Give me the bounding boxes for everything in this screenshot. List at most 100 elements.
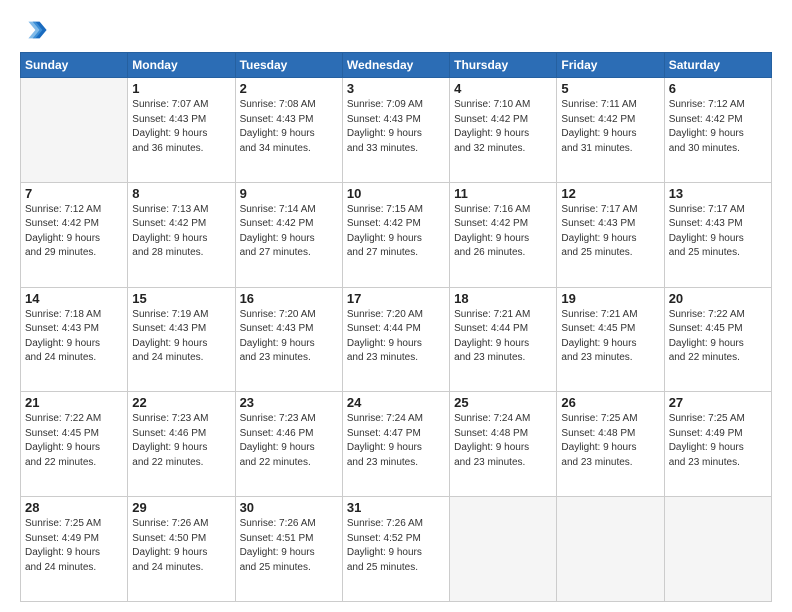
day-info: Sunrise: 7:26 AM Sunset: 4:51 PM Dayligh… (240, 517, 338, 575)
day-info: Sunrise: 7:12 AM Sunset: 4:42 PM Dayligh… (669, 98, 767, 156)
day-number: 30 (240, 500, 338, 515)
day-info: Sunrise: 7:09 AM Sunset: 4:43 PM Dayligh… (347, 98, 445, 156)
day-number: 16 (240, 291, 338, 306)
day-header-wednesday: Wednesday (342, 53, 449, 78)
calendar-cell (664, 497, 771, 602)
day-header-saturday: Saturday (664, 53, 771, 78)
day-header-monday: Monday (128, 53, 235, 78)
day-number: 12 (561, 186, 659, 201)
calendar-cell: 19Sunrise: 7:21 AM Sunset: 4:45 PM Dayli… (557, 287, 664, 392)
day-number: 14 (25, 291, 123, 306)
day-info: Sunrise: 7:25 AM Sunset: 4:49 PM Dayligh… (669, 412, 767, 470)
calendar-cell: 7 Sunrise: 7:12 AM Sunset: 4:42 PM Daylig… (21, 182, 128, 287)
day-number: 26 (561, 395, 659, 410)
day-header-friday: Friday (557, 53, 664, 78)
calendar-cell: 27 Sunrise: 7:25 AM Sunset: 4:49 PM Dayli… (664, 392, 771, 497)
day-info: Sunrise: 7:20 AM Sunset: 4:44 PM Dayligh… (347, 308, 445, 366)
day-info: Sunrise: 7:26 AM Sunset: 4:50 PM Dayligh… (132, 517, 230, 575)
calendar-cell: 15 Sunrise: 7:19 AM Sunset: 4:43 PM Dayli… (128, 287, 235, 392)
day-number: 28 (25, 500, 123, 515)
calendar-cell: 5Sunrise: 7:11 AM Sunset: 4:42 PM Daylig… (557, 78, 664, 183)
day-info: Sunrise: 7:10 AM Sunset: 4:42 PM Dayligh… (454, 98, 552, 156)
day-header-tuesday: Tuesday (235, 53, 342, 78)
day-info: Sunrise: 7:22 AM Sunset: 4:45 PM Dayligh… (669, 308, 767, 366)
week-row-3: 21 Sunrise: 7:22 AM Sunset: 4:45 PM Dayli… (21, 392, 772, 497)
calendar-cell: 26Sunrise: 7:25 AM Sunset: 4:48 PM Dayli… (557, 392, 664, 497)
day-info: Sunrise: 7:23 AM Sunset: 4:46 PM Dayligh… (240, 412, 338, 470)
day-info: Sunrise: 7:25 AM Sunset: 4:49 PM Dayligh… (25, 517, 123, 575)
day-number: 24 (347, 395, 445, 410)
calendar-cell (450, 497, 557, 602)
calendar-table: SundayMondayTuesdayWednesdayThursdayFrid… (20, 52, 772, 602)
week-row-0: 1 Sunrise: 7:07 AM Sunset: 4:43 PM Daylig… (21, 78, 772, 183)
calendar-cell: 16 Sunrise: 7:20 AM Sunset: 4:43 PM Dayli… (235, 287, 342, 392)
calendar-cell (557, 497, 664, 602)
day-number: 5 (561, 81, 659, 96)
day-number: 4 (454, 81, 552, 96)
calendar-cell: 22Sunrise: 7:23 AM Sunset: 4:46 PM Dayli… (128, 392, 235, 497)
calendar-cell: 9Sunrise: 7:14 AM Sunset: 4:42 PM Daylig… (235, 182, 342, 287)
calendar-header: SundayMondayTuesdayWednesdayThursdayFrid… (21, 53, 772, 78)
calendar-cell: 12 Sunrise: 7:17 AM Sunset: 4:43 PM Dayli… (557, 182, 664, 287)
day-number: 21 (25, 395, 123, 410)
day-number: 2 (240, 81, 338, 96)
day-number: 25 (454, 395, 552, 410)
day-number: 6 (669, 81, 767, 96)
logo (20, 16, 52, 44)
day-info: Sunrise: 7:17 AM Sunset: 4:43 PM Dayligh… (561, 203, 659, 261)
calendar-body: 1 Sunrise: 7:07 AM Sunset: 4:43 PM Daylig… (21, 78, 772, 602)
day-number: 10 (347, 186, 445, 201)
day-info: Sunrise: 7:19 AM Sunset: 4:43 PM Dayligh… (132, 308, 230, 366)
page: SundayMondayTuesdayWednesdayThursdayFrid… (0, 0, 792, 612)
day-number: 7 (25, 186, 123, 201)
day-info: Sunrise: 7:08 AM Sunset: 4:43 PM Dayligh… (240, 98, 338, 156)
day-number: 17 (347, 291, 445, 306)
calendar-cell: 6 Sunrise: 7:12 AM Sunset: 4:42 PM Daylig… (664, 78, 771, 183)
day-number: 13 (669, 186, 767, 201)
calendar-cell: 18Sunrise: 7:21 AM Sunset: 4:44 PM Dayli… (450, 287, 557, 392)
day-info: Sunrise: 7:17 AM Sunset: 4:43 PM Dayligh… (669, 203, 767, 261)
day-info: Sunrise: 7:12 AM Sunset: 4:42 PM Dayligh… (25, 203, 123, 261)
day-info: Sunrise: 7:26 AM Sunset: 4:52 PM Dayligh… (347, 517, 445, 575)
day-number: 29 (132, 500, 230, 515)
day-number: 15 (132, 291, 230, 306)
week-row-4: 28 Sunrise: 7:25 AM Sunset: 4:49 PM Dayli… (21, 497, 772, 602)
calendar-cell: 14Sunrise: 7:18 AM Sunset: 4:43 PM Dayli… (21, 287, 128, 392)
day-number: 1 (132, 81, 230, 96)
day-header-sunday: Sunday (21, 53, 128, 78)
calendar-cell: 23 Sunrise: 7:23 AM Sunset: 4:46 PM Dayli… (235, 392, 342, 497)
day-info: Sunrise: 7:20 AM Sunset: 4:43 PM Dayligh… (240, 308, 338, 366)
day-info: Sunrise: 7:22 AM Sunset: 4:45 PM Dayligh… (25, 412, 123, 470)
day-info: Sunrise: 7:07 AM Sunset: 4:43 PM Dayligh… (132, 98, 230, 156)
calendar-cell: 1 Sunrise: 7:07 AM Sunset: 4:43 PM Daylig… (128, 78, 235, 183)
logo-icon (20, 16, 48, 44)
calendar-cell: 20Sunrise: 7:22 AM Sunset: 4:45 PM Dayli… (664, 287, 771, 392)
week-row-2: 14Sunrise: 7:18 AM Sunset: 4:43 PM Dayli… (21, 287, 772, 392)
day-number: 22 (132, 395, 230, 410)
calendar-cell: 29 Sunrise: 7:26 AM Sunset: 4:50 PM Dayli… (128, 497, 235, 602)
day-number: 31 (347, 500, 445, 515)
calendar-cell: 4 Sunrise: 7:10 AM Sunset: 4:42 PM Daylig… (450, 78, 557, 183)
calendar-cell: 24 Sunrise: 7:24 AM Sunset: 4:47 PM Dayli… (342, 392, 449, 497)
calendar-cell: 3Sunrise: 7:09 AM Sunset: 4:43 PM Daylig… (342, 78, 449, 183)
day-number: 9 (240, 186, 338, 201)
calendar-cell: 11Sunrise: 7:16 AM Sunset: 4:42 PM Dayli… (450, 182, 557, 287)
calendar-cell: 8 Sunrise: 7:13 AM Sunset: 4:42 PM Daylig… (128, 182, 235, 287)
day-info: Sunrise: 7:13 AM Sunset: 4:42 PM Dayligh… (132, 203, 230, 261)
day-number: 27 (669, 395, 767, 410)
day-info: Sunrise: 7:24 AM Sunset: 4:48 PM Dayligh… (454, 412, 552, 470)
calendar-cell: 2 Sunrise: 7:08 AM Sunset: 4:43 PM Daylig… (235, 78, 342, 183)
day-number: 8 (132, 186, 230, 201)
week-row-1: 7 Sunrise: 7:12 AM Sunset: 4:42 PM Daylig… (21, 182, 772, 287)
day-header-thursday: Thursday (450, 53, 557, 78)
calendar-cell: 10 Sunrise: 7:15 AM Sunset: 4:42 PM Dayli… (342, 182, 449, 287)
calendar-cell: 17 Sunrise: 7:20 AM Sunset: 4:44 PM Dayli… (342, 287, 449, 392)
day-number: 23 (240, 395, 338, 410)
calendar-cell: 25 Sunrise: 7:24 AM Sunset: 4:48 PM Dayli… (450, 392, 557, 497)
day-info: Sunrise: 7:21 AM Sunset: 4:44 PM Dayligh… (454, 308, 552, 366)
calendar-cell: 13 Sunrise: 7:17 AM Sunset: 4:43 PM Dayli… (664, 182, 771, 287)
day-number: 11 (454, 186, 552, 201)
day-info: Sunrise: 7:24 AM Sunset: 4:47 PM Dayligh… (347, 412, 445, 470)
day-info: Sunrise: 7:15 AM Sunset: 4:42 PM Dayligh… (347, 203, 445, 261)
calendar-cell: 30 Sunrise: 7:26 AM Sunset: 4:51 PM Dayli… (235, 497, 342, 602)
